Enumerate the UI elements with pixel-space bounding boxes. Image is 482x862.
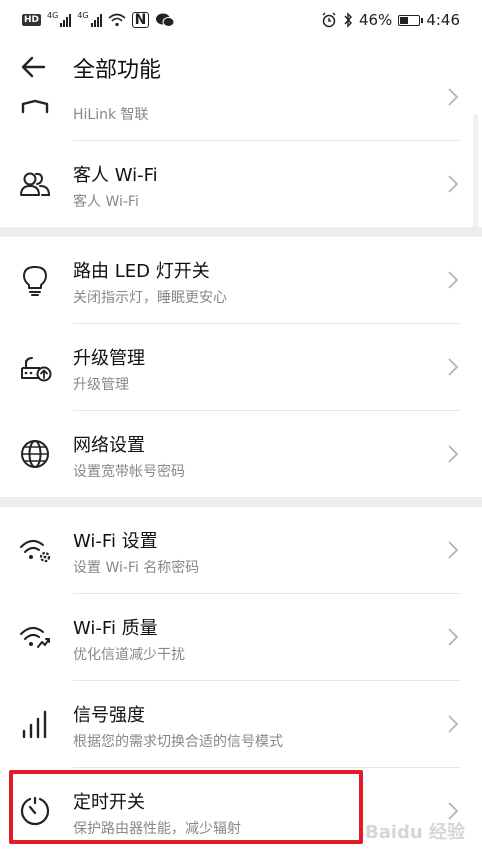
list-item-signal-strength[interactable]: 信号强度 根据您的需求切换合适的信号模式 [0,681,482,767]
hd-badge: HD [22,14,42,26]
list-item-network-settings[interactable]: 网络设置 设置宽带帐号密码 [0,411,482,497]
lightbulb-icon [23,266,47,296]
network-type-1: 4G [47,10,59,20]
chevron-right-icon [448,541,459,559]
highlight-box [9,770,363,844]
wechat-icon [156,13,175,27]
router-upgrade-icon [21,357,52,382]
chevron-right-icon [448,271,459,289]
item-subtitle: 设置宽带帐号密码 [73,464,185,480]
globe-icon [21,440,49,468]
chevron-right-icon [448,628,459,646]
battery-icon [398,14,424,26]
list-item-wifi-settings[interactable]: Wi-Fi 设置 设置 Wi-Fi 名称密码 [0,507,482,593]
chevron-right-icon [448,358,459,376]
signal-strength-icon [22,710,47,739]
item-title: 路由 LED 灯开关 [73,261,210,282]
item-subtitle: 优化信道减少干扰 [73,647,185,663]
item-subtitle: 客人 Wi-Fi [73,194,139,210]
status-right: 46% 4:46 [321,11,460,29]
status-left: HD 4G 4G N [22,10,175,28]
wifi-settings-icon [20,540,51,563]
signal-bars-icon-2 [90,13,102,27]
network-type-2: 4G [77,10,89,20]
chevron-right-icon [448,175,459,193]
chevron-right-icon [448,715,459,733]
item-subtitle: 设置 Wi-Fi 名称密码 [73,560,200,576]
chevron-right-icon [448,88,459,106]
item-title: 客人 Wi-Fi [73,165,158,186]
item-title: Wi-Fi 质量 [73,618,158,639]
status-bar: HD 4G 4G N 46% 4:46 [0,0,482,40]
list-item-guest-wifi[interactable]: 客人 Wi-Fi 客人 Wi-Fi [0,141,482,227]
nfc-icon: N [131,12,150,28]
item-subtitle: 关闭指示灯，睡眠更安心 [73,290,227,306]
battery-percent: 46% [358,11,393,29]
wifi-status-icon [108,13,126,27]
list-item-wifi-quality[interactable]: Wi-Fi 质量 优化信道减少干扰 [0,594,482,680]
section-gap [0,497,482,507]
watermark: Baidu 经验 [365,822,466,843]
bluetooth-icon [344,12,352,28]
item-subtitle: 升级管理 [73,377,129,393]
section-gap [0,227,482,237]
list-item-led-switch[interactable]: 路由 LED 灯开关 关闭指示灯，睡眠更安心 [0,237,482,323]
list-item-upgrade[interactable]: 升级管理 升级管理 [0,324,482,410]
item-title: 信号强度 [73,705,145,726]
hilink-icon [21,99,49,114]
alarm-icon [322,12,336,28]
signal-bars-icon [60,13,72,27]
item-subtitle: HiLink 智联 [73,107,149,123]
clock-time: 4:46 [426,11,460,29]
item-subtitle: 根据您的需求切换合适的信号模式 [73,734,283,750]
item-title: Wi-Fi 设置 [73,531,158,552]
wifi-quality-icon [20,627,50,648]
guest-users-icon [20,172,51,196]
chevron-right-icon [448,445,459,463]
item-title: 升级管理 [73,348,145,369]
item-title: 网络设置 [73,435,145,456]
